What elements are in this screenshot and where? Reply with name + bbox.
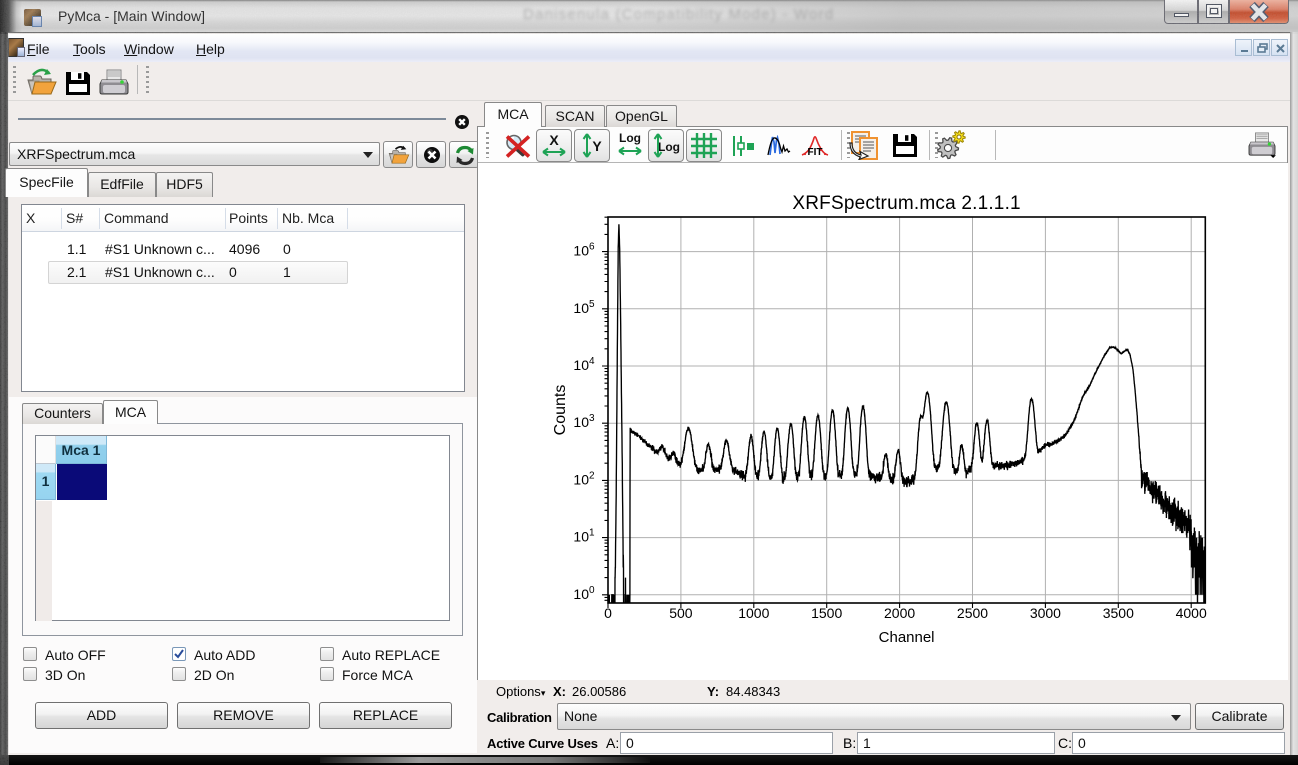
svg-text:Log: Log bbox=[619, 131, 641, 145]
svg-text:XRFSpectrum.mca 2.1.1.1: XRFSpectrum.mca 2.1.1.1 bbox=[792, 193, 1020, 214]
svg-text:3000: 3000 bbox=[1030, 605, 1061, 621]
svg-text:1500: 1500 bbox=[811, 605, 842, 621]
svg-text:Y: Y bbox=[592, 138, 602, 154]
svg-text:Channel: Channel bbox=[879, 629, 935, 646]
svg-text:0: 0 bbox=[604, 605, 612, 621]
svg-text:FIT: FIT bbox=[808, 147, 823, 158]
svg-text:500: 500 bbox=[669, 605, 693, 621]
svg-text:3500: 3500 bbox=[1103, 605, 1134, 621]
svg-text:X: X bbox=[549, 132, 559, 148]
svg-text:1000: 1000 bbox=[738, 605, 769, 621]
svg-text:Counts: Counts bbox=[552, 385, 569, 436]
svg-text:2500: 2500 bbox=[957, 605, 988, 621]
svg-text:4000: 4000 bbox=[1176, 605, 1207, 621]
svg-text:2000: 2000 bbox=[884, 605, 915, 621]
